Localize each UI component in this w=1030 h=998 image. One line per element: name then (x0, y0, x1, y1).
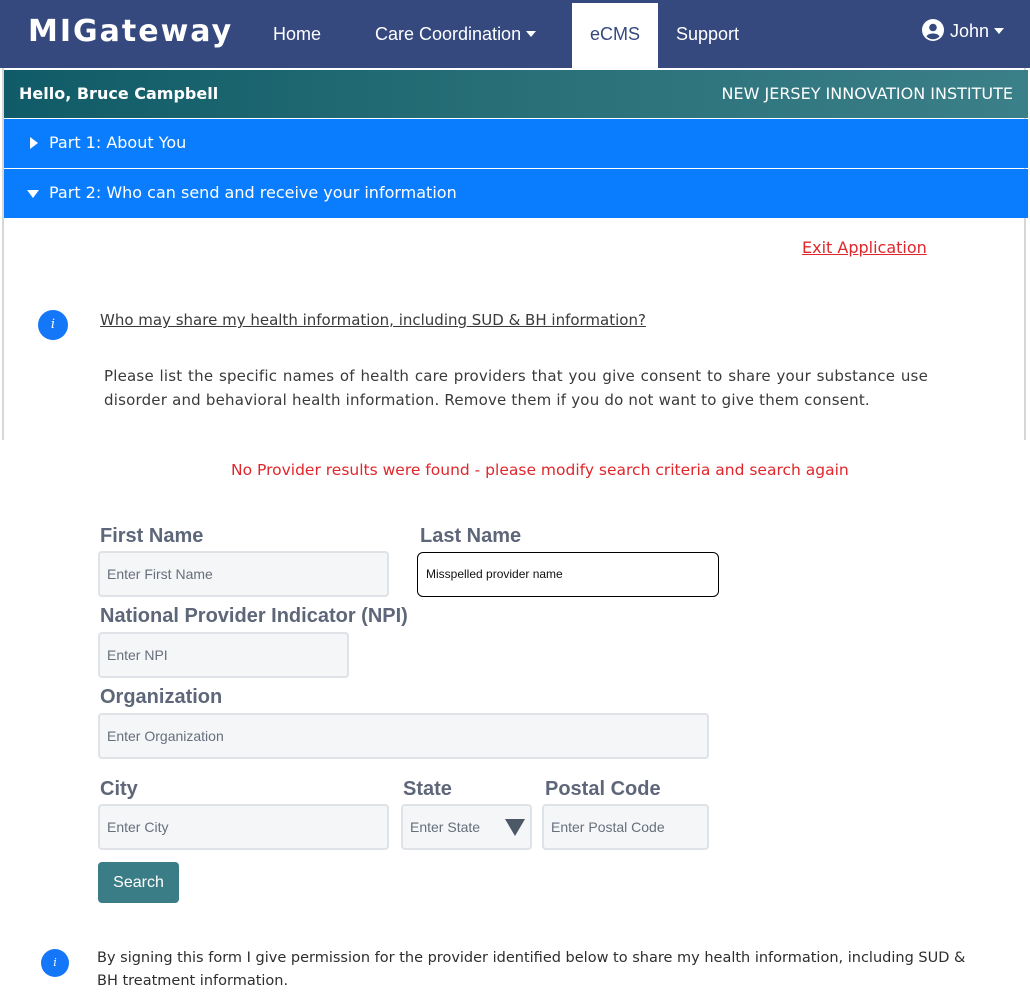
nav-support-link[interactable]: Support (676, 0, 739, 68)
nav-care-coordination-label: Care Coordination (375, 24, 522, 44)
share-health-info-question-link[interactable]: Who may share my health information, inc… (100, 311, 646, 329)
instructions-text: Please list the specific names of health… (104, 367, 928, 409)
postal-code-label: Postal Code (545, 778, 661, 800)
exit-application-link[interactable]: Exit Application (802, 238, 927, 257)
no-results-error-message: No Provider results were found - please … (231, 461, 849, 479)
chevron-down-icon (994, 27, 1005, 34)
dropdown-arrow-icon (505, 819, 525, 836)
state-select[interactable]: Enter State (401, 804, 532, 850)
city-input[interactable]: Enter City (98, 804, 389, 850)
nav-care-coordination-dropdown[interactable]: Care Coordination (375, 0, 537, 68)
greeting-text: Hello, Bruce Campbell (19, 84, 219, 103)
last-name-label: Last Name (420, 525, 522, 547)
application-panel: Hello, Bruce Campbell NEW JERSEY INNOVAT… (2, 68, 1028, 440)
accordion-part2-header[interactable]: Part 2: Who can send and receive your in… (4, 169, 1028, 218)
consent-statement: By signing this form I give permission f… (97, 950, 966, 989)
npi-input[interactable]: Enter NPI (98, 632, 349, 678)
accordion-part1-header[interactable]: Part 1: About You (4, 119, 1028, 168)
info-icon[interactable]: i (38, 310, 68, 340)
organization-label: Organization (100, 686, 223, 708)
caret-down-icon (27, 190, 39, 198)
search-button[interactable]: Search (98, 862, 179, 903)
user-menu-dropdown[interactable]: John (922, 0, 1005, 68)
first-name-input[interactable]: Enter First Name (98, 551, 389, 597)
caret-right-icon (30, 137, 38, 149)
last-name-input[interactable]: Misspelled provider name (417, 552, 719, 597)
accordion-part2-label: Part 2: Who can send and receive your in… (49, 183, 457, 202)
accordion-part1-label: Part 1: About You (49, 133, 187, 152)
nav-home-link[interactable]: Home (273, 0, 321, 68)
organization-name: NEW JERSEY INNOVATION INSTITUTE (721, 84, 1014, 103)
top-navbar: MIGateway Home Care Coordination eCMS Su… (0, 0, 1030, 69)
first-name-label: First Name (100, 525, 204, 547)
state-select-placeholder: Enter State (410, 819, 481, 835)
postal-code-input[interactable]: Enter Postal Code (542, 804, 709, 850)
organization-input[interactable]: Enter Organization (98, 713, 709, 759)
chevron-down-icon (526, 30, 537, 37)
state-label: State (403, 778, 452, 800)
user-avatar-icon (922, 19, 944, 42)
nav-ecms-tab[interactable]: eCMS (572, 3, 658, 69)
npi-label: National Provider Indicator (NPI) (100, 605, 408, 627)
user-name: John (950, 21, 990, 41)
info-icon[interactable]: i (41, 949, 69, 977)
greeting-bar: Hello, Bruce Campbell NEW JERSEY INNOVAT… (4, 70, 1028, 118)
migateway-logo[interactable]: MIGateway (28, 14, 233, 49)
city-label: City (100, 778, 138, 800)
